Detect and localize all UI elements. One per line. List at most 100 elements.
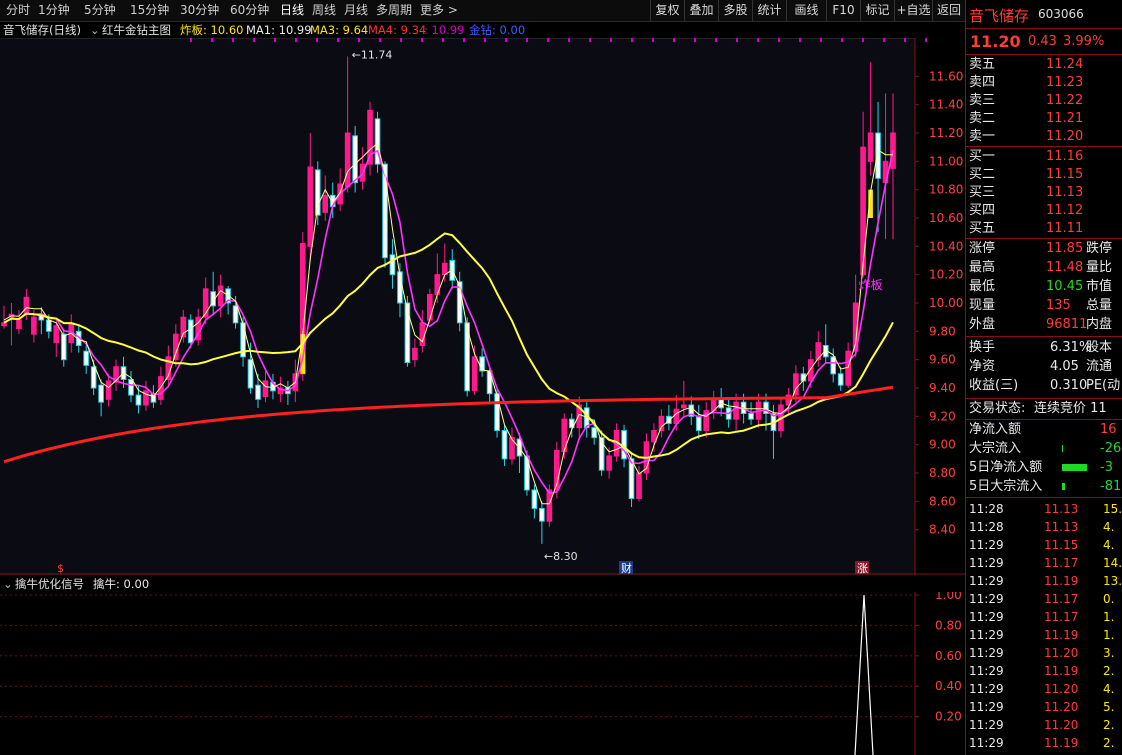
ask-row[interactable]: 卖一 11.20 [966,128,1122,146]
candle-body[interactable] [105,380,112,400]
candle-body[interactable] [307,166,314,247]
tick-row[interactable]: 11:29 11.20 4. [966,680,1122,698]
period-tab-60min[interactable]: 60分钟 [230,0,269,21]
candle-body[interactable] [531,489,538,509]
candle-body[interactable] [539,507,545,522]
candle-body[interactable] [628,458,635,500]
candlestick-chart[interactable]: 11.60 11.40 11.20 11.00 10.80 10.60 10.40 10.20… [0,38,965,575]
sub-chevron-down-icon[interactable]: ⌄ [3,576,13,592]
period-tab-multi[interactable]: 多周期 [376,0,412,21]
tick-row[interactable]: 11:29 11.17 14. [966,554,1122,572]
ask-row[interactable]: 卖四 11.23 [966,74,1122,92]
tick-row[interactable]: 11:29 11.17 1. [966,608,1122,626]
bid-row[interactable]: 买一 11.16 [966,148,1122,166]
candle-body[interactable] [695,415,702,432]
bid-row[interactable]: 买五 11.11 [966,220,1122,238]
multi-stock-button[interactable]: 多股 [718,0,752,21]
candle-body[interactable] [867,132,874,162]
candle-body[interactable] [860,146,866,276]
candle-body[interactable] [322,194,329,213]
candle-body[interactable] [501,430,508,460]
candle-body[interactable] [412,347,418,361]
candle-body[interactable] [427,294,433,321]
candle-body[interactable] [830,356,837,375]
candle-body[interactable] [845,350,851,386]
tick-row[interactable]: 11:29 11.15 4. [966,536,1122,554]
period-tab-1min[interactable]: 1分钟 [38,0,70,21]
tick-row[interactable]: 11:29 11.19 1. [966,626,1122,644]
ask-row[interactable]: 卖二 11.21 [966,110,1122,128]
bid-row[interactable]: 买三 11.13 [966,184,1122,202]
candle-body[interactable] [158,376,164,400]
chevron-down-icon[interactable]: ⌄ [90,22,100,38]
period-tab-30min[interactable]: 30分钟 [180,0,219,21]
candle-body[interactable] [255,384,261,400]
tick-row[interactable]: 11:29 11.19 13. [966,572,1122,590]
ask-row[interactable]: 卖三 11.22 [966,92,1122,110]
candle-body[interactable] [748,413,754,420]
sub-indicator-title[interactable]: 擒牛优化信号 [15,576,84,592]
candle-body[interactable] [53,325,60,344]
overlay-button[interactable]: 叠加 [684,0,718,21]
candle-body[interactable] [173,333,179,361]
ask-row[interactable]: 卖五 11.24 [966,56,1122,74]
candle-body[interactable] [837,373,844,386]
candle-body[interactable] [31,316,37,335]
draw-line-button[interactable]: 画线 [786,0,826,21]
candle-body[interactable] [524,455,530,491]
fuquan-button[interactable]: 复权 [650,0,684,21]
candle-body[interactable] [83,350,89,366]
candle-body[interactable] [658,415,665,432]
tick-row[interactable]: 11:29 11.19 2. [966,734,1122,752]
tick-row[interactable]: 11:29 11.19 2. [966,662,1122,680]
tick-row[interactable]: 11:29 11.20 5. [966,698,1122,716]
add-watchlist-button[interactable]: +自选 [894,0,932,21]
period-tab-more[interactable]: 更多 > [420,0,458,21]
candle-body[interactable] [217,285,224,307]
period-tab-daily[interactable]: 日线 [280,0,304,21]
candle-body[interactable] [636,472,642,499]
period-tab-weekly[interactable]: 周线 [312,0,336,21]
candle-body[interactable] [60,333,67,361]
indicator-name[interactable]: 红牛金钻主图 [102,22,171,38]
tick-row[interactable]: 11:29 11.20 3. [966,644,1122,662]
candle-body[interactable] [606,455,612,471]
period-tab-15min[interactable]: 15分钟 [130,0,169,21]
candle-body[interactable] [344,132,351,188]
candle-body[interactable] [135,394,142,406]
candle-body[interactable] [46,319,52,332]
candle-body[interactable] [262,380,269,397]
period-tab-fenshi[interactable]: 分时 [6,0,30,21]
bottom-marker[interactable]: 涨 [857,562,868,575]
candle-body[interactable] [90,366,97,389]
candle-body[interactable] [389,254,396,276]
candle-body[interactable] [591,427,597,439]
period-tab-5min[interactable]: 5分钟 [84,0,116,21]
bottom-marker[interactable]: $ [57,562,64,575]
candle-body[interactable] [1,322,7,327]
tick-row[interactable]: 11:29 11.20 2. [966,716,1122,734]
tick-row[interactable]: 11:28 11.13 15. [966,500,1122,518]
bid-row[interactable]: 买四 11.12 [966,202,1122,220]
statistics-button[interactable]: 统计 [752,0,786,21]
candle-body[interactable] [16,319,22,329]
candle-body[interactable] [494,393,500,431]
bottom-marker[interactable]: 财 [621,561,632,575]
candle-body[interactable] [232,305,239,324]
mark-button[interactable]: 标记 [860,0,894,21]
candle-body[interactable] [486,370,493,395]
candle-body[interactable] [471,356,478,392]
signal-sub-chart[interactable]: 1.00 0.80 0.60 0.40 0.20 [0,592,965,755]
candle-body[interactable] [441,262,448,276]
bid-row[interactable]: 买二 11.15 [966,166,1122,184]
candle-body[interactable] [23,296,30,315]
candle-body[interactable] [187,319,194,344]
back-button[interactable]: 返回 [932,0,965,21]
candle-body[interactable] [875,132,881,179]
candle-body[interactable] [352,135,358,184]
candle-body[interactable] [673,408,680,424]
tick-row[interactable]: 11:29 11.17 0. [966,590,1122,608]
candle-body[interactable] [681,404,687,409]
candle-body[interactable] [733,401,739,420]
candle-body[interactable] [128,379,134,396]
